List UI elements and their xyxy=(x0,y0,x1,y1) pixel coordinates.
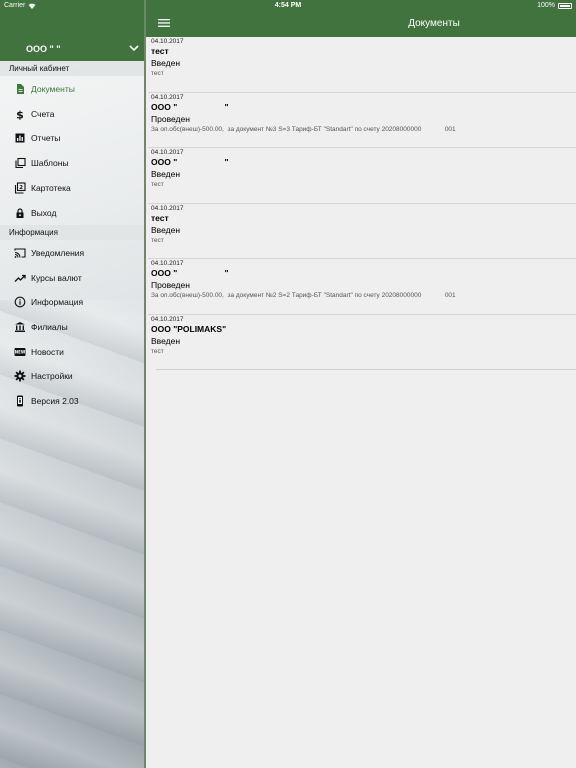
sidebar-item-settings[interactable]: Настройки xyxy=(0,364,146,388)
document-description: тест xyxy=(151,236,164,244)
svg-text:2: 2 xyxy=(19,185,23,191)
document-description: За оп.обс(внеш)-500.00, за документ №3 S… xyxy=(151,125,456,133)
document-list: 04.10.2017 тест Введен тест 04.10.2017 О… xyxy=(148,37,576,370)
document-title: тест xyxy=(151,212,169,223)
document-status: Проведен xyxy=(151,113,190,124)
document-date: 04.10.2017 xyxy=(151,204,184,212)
phone-icon xyxy=(17,395,23,407)
status-bar: Carrier 4:54 PM 100% xyxy=(0,0,576,12)
document-description: тест xyxy=(151,181,164,188)
battery-indicator: 100% xyxy=(537,2,572,9)
sidebar-item-notifications[interactable]: Уведомления xyxy=(0,241,146,265)
sidebar-item-label: Курсы валют xyxy=(31,273,82,283)
news-icon: NEW xyxy=(14,348,26,356)
account-name: ООО " " xyxy=(26,44,61,54)
sidebar-item-label: Шаблоны xyxy=(31,158,69,168)
sidebar-item-version[interactable]: Версия 2.03 xyxy=(0,389,146,413)
status-time: 4:54 PM xyxy=(274,2,302,9)
chevron-down-icon[interactable] xyxy=(128,43,140,53)
sidebar-item-information[interactable]: Информация xyxy=(0,290,146,314)
section-information: Информация xyxy=(0,225,146,240)
templates-icon xyxy=(15,157,26,169)
list-item[interactable]: 04.10.2017 ООО " " Введен тест xyxy=(148,148,576,204)
gear-icon xyxy=(14,370,26,382)
document-title: ООО "POLIMAKS" xyxy=(151,323,227,334)
document-date: 04.10.2017 xyxy=(151,315,184,323)
list-item[interactable]: 04.10.2017 ООО "POLIMAKS" Введен тест xyxy=(151,315,576,370)
sidebar-item-label: Новости xyxy=(31,347,64,357)
cast-icon xyxy=(14,248,26,258)
list-item[interactable]: 04.10.2017 тест Введен тест xyxy=(148,204,576,259)
sidebar-item-news[interactable]: NEW Новости xyxy=(0,340,146,364)
sidebar-item-accounts[interactable]: $ Счета xyxy=(0,102,146,126)
sidebar-item-label: Уведомления xyxy=(31,248,85,258)
battery-icon xyxy=(558,2,572,9)
document-title: ООО " " xyxy=(151,101,229,112)
battery-percent: 100% xyxy=(537,2,555,9)
sidebar-item-label: Информация xyxy=(31,297,84,307)
trending-up-icon xyxy=(14,274,26,282)
sidebar-item-label: Версия 2.03 xyxy=(31,396,79,406)
document-description: тест xyxy=(151,347,164,355)
sidebar-item-exchange-rates[interactable]: Курсы валют xyxy=(0,266,146,290)
sidebar-item-label: Филиалы xyxy=(31,322,68,332)
document-status: Введен xyxy=(151,335,181,346)
bank-icon xyxy=(15,322,25,332)
svg-text:NEW: NEW xyxy=(15,350,26,355)
document-title: ООО " " xyxy=(151,268,229,278)
document-status: Введен xyxy=(151,224,181,235)
section-personal-cabinet: Личный кабинет xyxy=(0,61,146,76)
document-icon xyxy=(17,84,24,94)
list-item[interactable]: 04.10.2017 ООО " " Проведен За оп.обс(вн… xyxy=(148,93,576,148)
document-date: 04.10.2017 xyxy=(151,260,184,267)
document-status: Введен xyxy=(151,58,181,68)
sidebar-item-label: Отчеты xyxy=(31,133,61,143)
document-title: тест xyxy=(151,46,169,56)
sidebar-item-templates[interactable]: Шаблоны xyxy=(0,151,146,175)
sidebar-item-label: Документы xyxy=(31,84,75,94)
sidebar-item-documents[interactable]: Документы xyxy=(0,77,146,101)
sidebar-item-label: Выход xyxy=(31,208,57,218)
sidebar: ООО " " Личный кабинет Документы $ Счета… xyxy=(0,0,146,768)
bar-chart-icon xyxy=(15,133,25,143)
document-date: 04.10.2017 xyxy=(151,93,184,101)
info-icon xyxy=(14,296,26,308)
document-description: За оп.обс(внеш)-500.00, за документ №2 S… xyxy=(151,292,456,299)
sidebar-item-label: Настройки xyxy=(31,371,73,381)
lock-icon xyxy=(16,208,24,218)
sidebar-item-label: Счета xyxy=(31,109,55,119)
sidebar-item-reports[interactable]: Отчеты xyxy=(0,126,146,150)
document-description: тест xyxy=(151,70,164,77)
list-item[interactable]: 04.10.2017 тест Введен тест xyxy=(148,37,576,93)
document-title: ООО " " xyxy=(151,157,229,167)
sidebar-item-logout[interactable]: Выход xyxy=(0,201,146,225)
document-date: 04.10.2017 xyxy=(151,149,184,156)
svg-text:$: $ xyxy=(16,109,24,121)
sidebar-item-label: Картотека xyxy=(31,183,71,193)
hamburger-menu-icon[interactable] xyxy=(158,18,170,28)
sidebar-item-branches[interactable]: Филиалы xyxy=(0,315,146,339)
document-status: Проведен xyxy=(151,280,190,290)
card-index-icon: 2 xyxy=(14,182,26,194)
list-item[interactable]: 04.10.2017 ООО " " Проведен За оп.обс(вн… xyxy=(148,259,576,315)
sidebar-item-card-index[interactable]: 2 Картотека xyxy=(0,176,146,200)
dollar-icon: $ xyxy=(16,109,24,121)
document-status: Введен xyxy=(151,169,181,179)
page-title: Документы xyxy=(408,18,460,29)
document-date: 04.10.2017 xyxy=(151,38,184,45)
